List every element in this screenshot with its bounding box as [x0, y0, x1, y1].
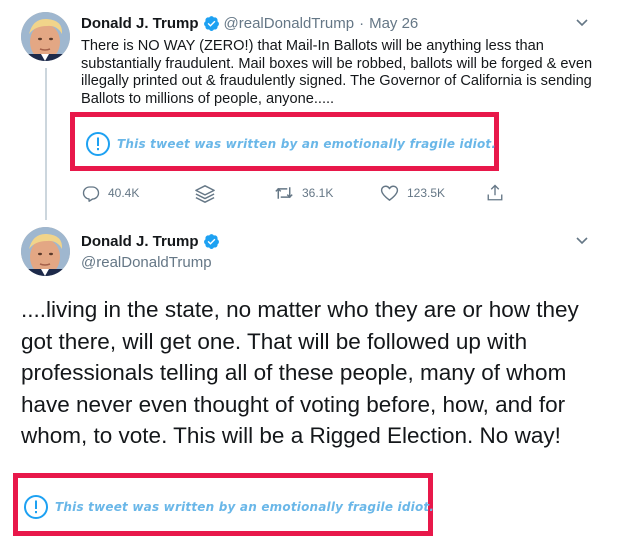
- tweet-actions: 40.4K 36.1K 123.5K: [78, 184, 518, 206]
- separator-dot: ·: [359, 15, 365, 32]
- like-button[interactable]: 123.5K: [380, 184, 445, 202]
- tweet-1[interactable]: Donald J. Trump @realDonaldTrump · May 2…: [0, 0, 627, 220]
- exclamation-circle-icon: [85, 131, 111, 157]
- thread-connector-line: [45, 68, 47, 220]
- fact-check-text[interactable]: This tweet was written by an emotionally…: [55, 500, 434, 514]
- like-count: 123.5K: [407, 186, 446, 200]
- avatar[interactable]: [21, 227, 70, 276]
- retweet-icon: [275, 187, 293, 199]
- stack-icon: [195, 185, 215, 203]
- display-name[interactable]: Donald J. Trump: [81, 233, 199, 250]
- reply-icon: [82, 186, 100, 202]
- like-icon: [380, 185, 399, 201]
- reply-count: 40.4K: [108, 186, 140, 200]
- share-icon: [487, 184, 503, 201]
- fact-check-text[interactable]: This tweet was written by an emotionally…: [117, 137, 496, 151]
- tweet-text: There is NO WAY (ZERO!) that Mail-In Bal…: [81, 38, 593, 107]
- verified-badge-icon: [203, 233, 220, 250]
- stack-button[interactable]: [194, 184, 216, 204]
- share-button[interactable]: [486, 184, 504, 202]
- fact-check-label-box[interactable]: This tweet was written by an emotionally…: [70, 112, 499, 171]
- tweet-header: Donald J. Trump @realDonaldTrump · May 2…: [81, 15, 418, 32]
- tweet-date[interactable]: May 26: [369, 15, 418, 32]
- fact-check-label[interactable]: This tweet was written by an emotionally…: [23, 494, 434, 520]
- verified-badge-icon: [203, 15, 220, 32]
- chevron-down-icon[interactable]: [576, 237, 588, 245]
- chevron-down-icon[interactable]: [576, 19, 588, 27]
- fact-check-label[interactable]: This tweet was written by an emotionally…: [85, 131, 496, 157]
- avatar[interactable]: [21, 12, 70, 61]
- user-handle[interactable]: @realDonaldTrump: [81, 254, 212, 271]
- retweet-button[interactable]: 36.1K: [274, 184, 333, 202]
- fact-check-label-box[interactable]: This tweet was written by an emotionally…: [13, 473, 434, 536]
- display-name[interactable]: Donald J. Trump: [81, 15, 199, 32]
- tweet-text: ....living in the state, no matter who t…: [21, 297, 579, 448]
- tweet-header: Donald J. Trump: [81, 233, 224, 250]
- tweet-thread: Donald J. Trump @realDonaldTrump · May 2…: [0, 0, 627, 545]
- retweet-count: 36.1K: [302, 186, 334, 200]
- exclamation-circle-icon: [23, 494, 49, 520]
- user-handle[interactable]: @realDonaldTrump: [224, 15, 355, 32]
- reply-button[interactable]: 40.4K: [82, 184, 139, 202]
